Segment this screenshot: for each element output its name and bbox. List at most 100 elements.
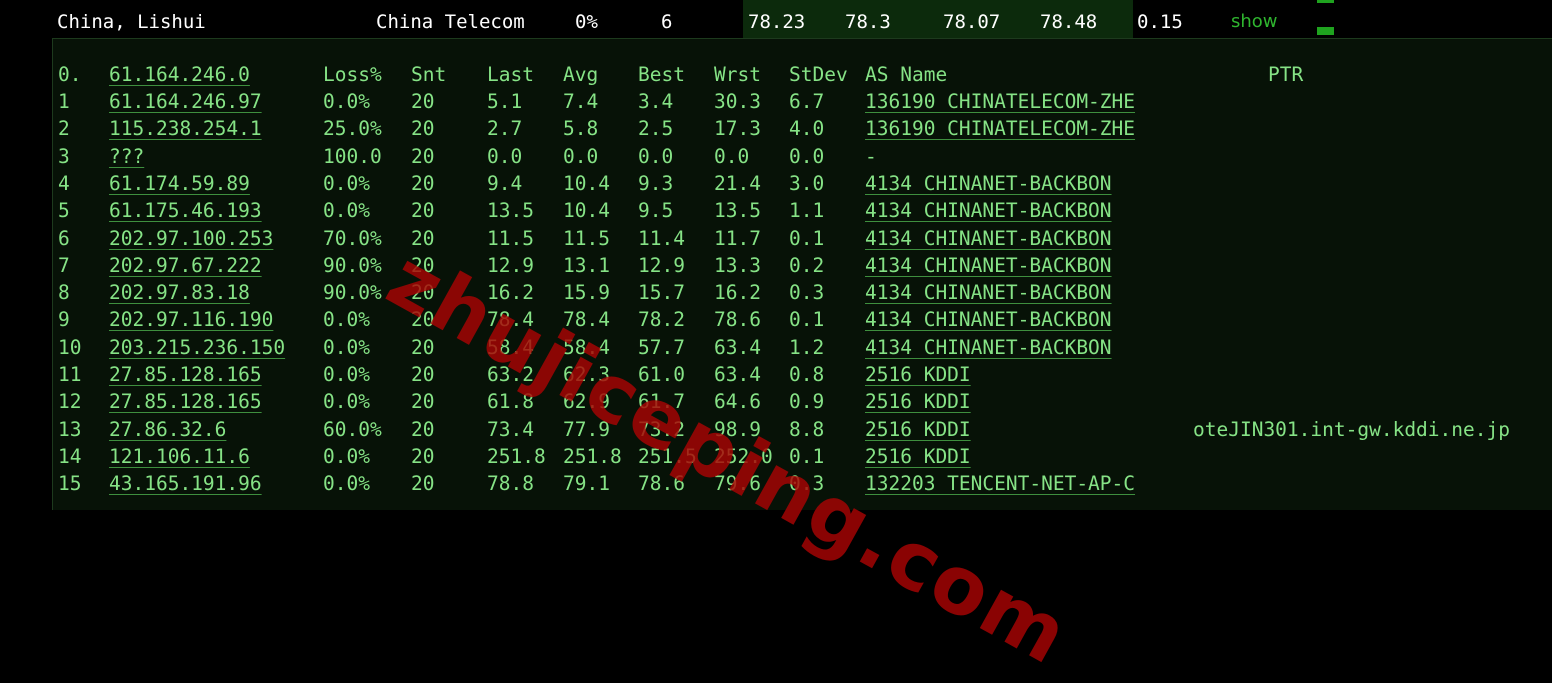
hop-sent: 20: [411, 171, 435, 195]
hop-ip-link[interactable]: 43.165.191.96: [109, 470, 262, 497]
hop-sent: 20: [411, 226, 435, 250]
hop-avg: 62.3: [563, 363, 610, 386]
hop-row: 15 43.165.191.96 0.0% 20 78.8 79.1 78.6 79.6 0.3…: [53, 470, 1552, 497]
hop-ip-link[interactable]: 121.106.11.6: [109, 443, 250, 470]
hop-avg: 0.0: [563, 144, 599, 168]
hop-index: 2: [58, 117, 70, 141]
hop-sent: 20: [411, 308, 435, 332]
hop-as-link[interactable]: 4134 CHINANET-BACKBON: [865, 252, 1112, 279]
best-cell: 78.07: [943, 11, 1001, 33]
hop-last: 9.4: [487, 171, 523, 195]
hop-as-link[interactable]: 2516 KDDI: [865, 416, 971, 443]
hop-stdev: 0.1: [789, 444, 825, 468]
header-as-name: AS Name: [865, 63, 948, 86]
hop-stdev: 0.8: [789, 363, 825, 386]
source-ip-link[interactable]: 61.164.246.0: [109, 61, 250, 88]
hop-stdev: 4.0: [789, 117, 825, 141]
hop-as-link[interactable]: 4134 CHINANET-BACKBON: [865, 170, 1112, 197]
hop-as-link[interactable]: 2516 KDDI: [865, 443, 971, 470]
scroll-marker-bottom: [1317, 27, 1334, 35]
hop-ip-link[interactable]: 202.97.67.222: [109, 252, 262, 279]
hop-as-link[interactable]: 4134 CHINANET-BACKBON: [865, 197, 1112, 224]
hop-loss: 0.0%: [323, 90, 370, 113]
hop-loss: 0.0%: [323, 199, 370, 223]
hop-ip-link[interactable]: 115.238.254.1: [109, 115, 262, 142]
hop-index: 10: [58, 335, 82, 359]
hop-best: 15.7: [638, 281, 685, 305]
hop-worst: 0.0: [714, 144, 750, 168]
trace-header-row: 0. 61.164.246.0 Loss% Snt Last Avg Best …: [53, 61, 1552, 88]
hop-ip-link[interactable]: 61.175.46.193: [109, 197, 262, 224]
worst-cell: 78.48: [1040, 11, 1098, 33]
hop-as-link[interactable]: 2516 KDDI: [865, 388, 971, 415]
hop-best: 12.9: [638, 253, 685, 277]
header-avg: Avg: [563, 63, 599, 86]
hop-avg: 15.9: [563, 281, 610, 305]
header-best: Best: [638, 63, 685, 86]
hop-avg: 5.8: [563, 117, 599, 141]
hop-best: 2.5: [638, 117, 674, 141]
hop-loss: 0.0%: [323, 472, 370, 496]
header-ptr: PTR: [1268, 63, 1304, 86]
hop-ip-link[interactable]: 202.97.100.253: [109, 225, 273, 252]
hop-stdev: 6.7: [789, 90, 825, 113]
hop-avg: 10.4: [563, 199, 610, 223]
hop-index: 3: [58, 144, 70, 168]
hop-stdev: 0.9: [789, 390, 825, 414]
hop-as-link[interactable]: 4134 CHINANET-BACKBON: [865, 225, 1112, 252]
hop-index: 15: [58, 472, 82, 496]
hop-sent: 20: [411, 90, 435, 113]
show-trace-link[interactable]: show: [1231, 10, 1278, 34]
hop-as-link[interactable]: 4134 CHINANET-BACKBON: [865, 334, 1112, 361]
hop-as-link[interactable]: 136190 CHINATELECOM-ZHE: [865, 115, 1135, 142]
hop-avg: 251.8: [563, 444, 622, 468]
hop-row: 11 27.85.128.165 0.0% 20 63.2 62.3 61.0 63.4 0.8…: [53, 361, 1552, 388]
hop-row: 14 121.106.11.6 0.0% 20 251.8 251.8 251.5 252.0…: [53, 443, 1552, 470]
hop-row: 5 61.175.46.193 0.0% 20 13.5 10.4 9.5 13.5 1.1 41…: [53, 197, 1552, 224]
hop-row: 3??? 100.0 20 0.0 0.0 0.0 0.0 0.0 -: [53, 143, 1552, 170]
hop-index: 12: [58, 390, 82, 414]
hop-worst: 98.9: [714, 417, 761, 441]
hop-loss: 0.0%: [323, 444, 370, 468]
hop-row: 7 202.97.67.222 90.0% 20 12.9 13.1 12.9 13.3 0.2…: [53, 252, 1552, 279]
hop-sent: 20: [411, 117, 435, 141]
hop-index: 9: [58, 308, 70, 332]
hop-index: 1: [58, 90, 70, 113]
hop-worst: 13.3: [714, 253, 761, 277]
hop-ip-link[interactable]: 61.174.59.89: [109, 170, 250, 197]
hop-as-link[interactable]: 4134 CHINANET-BACKBON: [865, 279, 1112, 306]
hop-ip-link[interactable]: 202.97.116.190: [109, 306, 273, 333]
hop-row: 10 203.215.236.150 0.0% 20 58.4 58.4 57.7 63.4 1…: [53, 334, 1552, 361]
hop-as-link[interactable]: 136190 CHINATELECOM-ZHE: [865, 88, 1135, 115]
hop-ip-link[interactable]: 61.164.246.97: [109, 88, 262, 115]
hop-index: 7: [58, 253, 70, 277]
hop-stdev: 0.1: [789, 226, 825, 250]
hop-ip-link[interactable]: 27.85.128.165: [109, 388, 262, 415]
hop-last: 2.7: [487, 117, 523, 141]
hop-last: 78.4: [487, 308, 534, 332]
hop-as-link[interactable]: 2516 KDDI: [865, 361, 971, 388]
hop-worst: 78.6: [714, 308, 761, 332]
hop-sent: 20: [411, 472, 435, 496]
hop-worst: 11.7: [714, 226, 761, 250]
isp-cell: China Telecom: [376, 11, 525, 33]
hop-best: 73.2: [638, 417, 685, 441]
hop-avg: 11.5: [563, 226, 610, 250]
hop-ip-link[interactable]: ???: [109, 143, 144, 170]
hop-ip-link[interactable]: 202.97.83.18: [109, 279, 250, 306]
hop-ip-link[interactable]: 27.85.128.165: [109, 361, 262, 388]
hop-as-link[interactable]: 132203 TENCENT-NET-AP-C: [865, 470, 1135, 497]
hop-worst: 21.4: [714, 171, 761, 195]
hop-stdev: 3.0: [789, 171, 825, 195]
hop-as-link[interactable]: 4134 CHINANET-BACKBON: [865, 306, 1112, 333]
hop-sent: 20: [411, 444, 435, 468]
hop-avg: 13.1: [563, 253, 610, 277]
hop-ip-link[interactable]: 27.86.32.6: [109, 416, 226, 443]
summary-row: China, Lishui China Telecom 0% 6 78.23 7…: [0, 0, 1552, 40]
hop-index: 14: [58, 444, 82, 468]
hop-last: 11.5: [487, 226, 534, 250]
hop-row: 4 61.174.59.89 0.0% 20 9.4 10.4 9.3 21.4 3.0 4134…: [53, 170, 1552, 197]
hop-last: 58.4: [487, 335, 534, 359]
hop-ip-link[interactable]: 203.215.236.150: [109, 334, 285, 361]
hop-worst: 30.3: [714, 90, 761, 113]
